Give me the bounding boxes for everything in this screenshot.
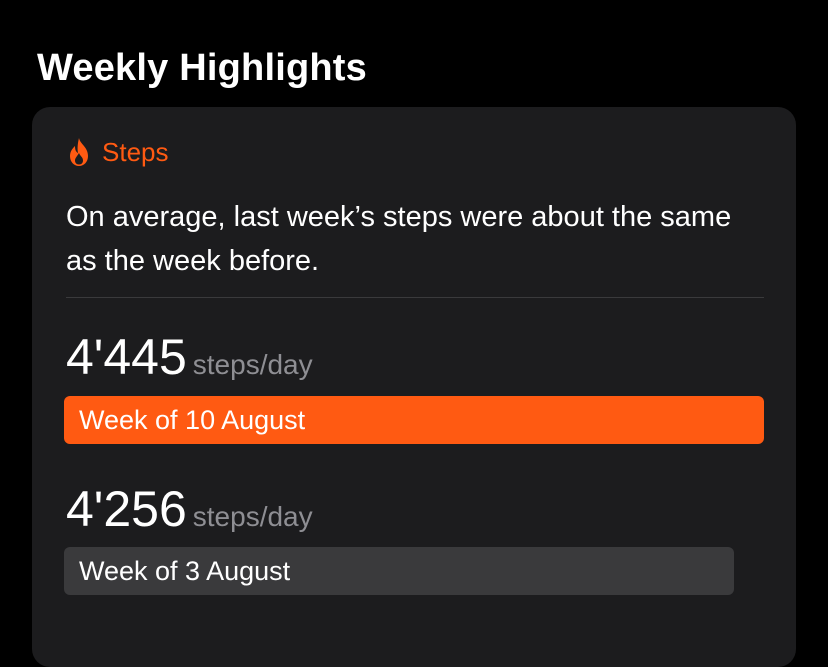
current-week-unit: steps/day	[192, 349, 313, 380]
current-week-bar: Week of 10 August	[64, 396, 764, 444]
current-week-label: Week of 10 August	[79, 405, 306, 435]
divider	[66, 297, 764, 298]
steps-highlight-card[interactable]: Steps On average, last week’s steps were…	[32, 107, 796, 667]
card-label: Steps	[102, 137, 169, 167]
previous-week-bar: Week of 3 August	[64, 547, 735, 595]
previous-week-unit: steps/day	[192, 501, 313, 532]
current-week-value: 4'445	[66, 329, 187, 385]
previous-week-metric: 4'256 steps/day	[66, 481, 313, 537]
section-title: Weekly Highlights	[37, 47, 367, 89]
current-week-metric: 4'445 steps/day	[66, 329, 313, 385]
previous-week-value: 4'256	[66, 481, 187, 537]
flame-icon	[66, 137, 92, 167]
previous-week-label: Week of 3 August	[79, 556, 291, 586]
card-header: Steps	[66, 135, 169, 169]
summary-text: On average, last week’s steps were about…	[66, 201, 732, 277]
